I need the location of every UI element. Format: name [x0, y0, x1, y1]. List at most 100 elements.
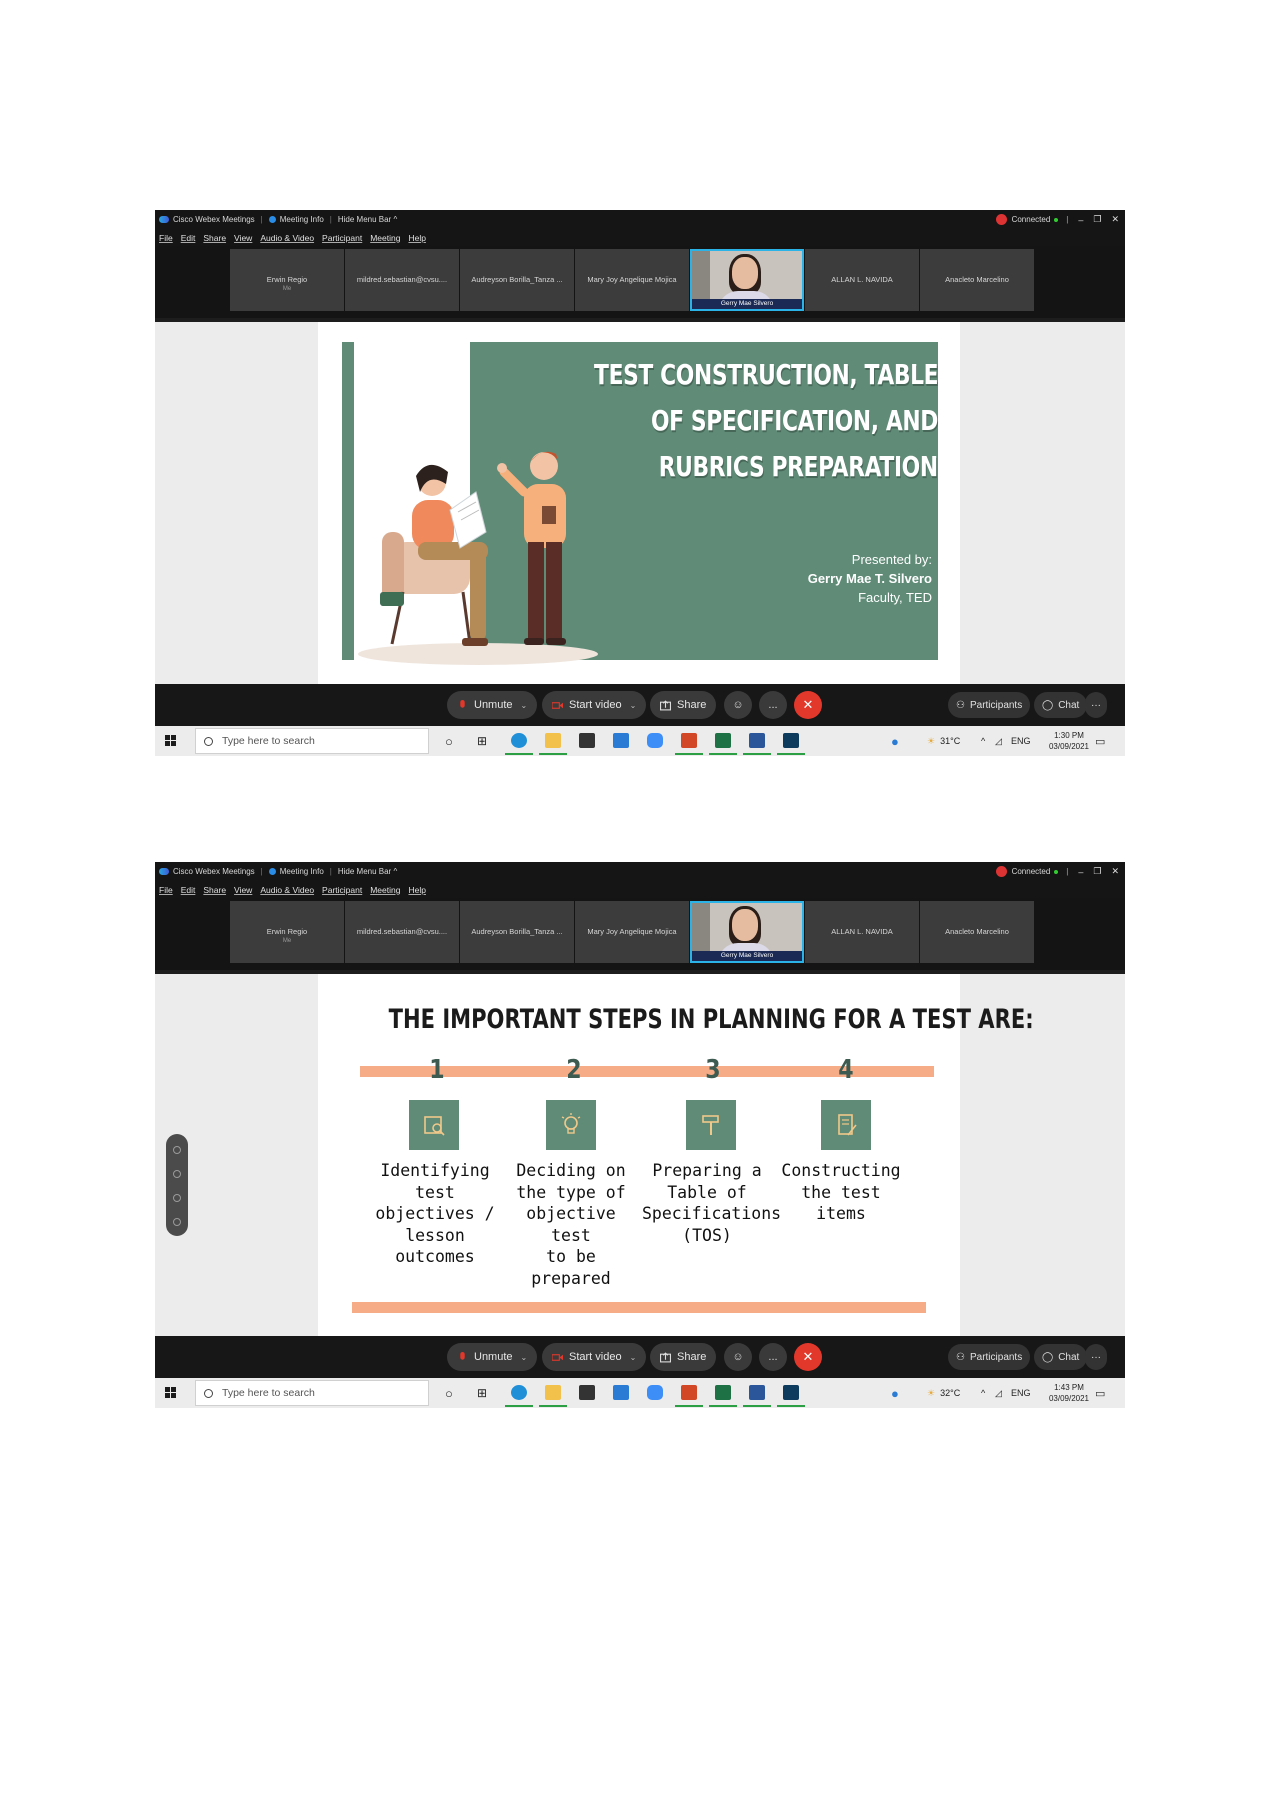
notifications-icon[interactable]: ▭	[1095, 726, 1105, 756]
powerpoint-icon[interactable]	[681, 733, 697, 748]
participants-button[interactable]: ⚇ Participants	[948, 1344, 1031, 1370]
menu-share[interactable]: Share	[203, 233, 226, 243]
weather-widget[interactable]: ☀ 32°C	[927, 1378, 960, 1408]
task-view-icon[interactable]: ⊞	[477, 726, 487, 756]
menu-meeting[interactable]: Meeting	[370, 885, 400, 895]
chat-button[interactable]: ◯ Chat	[1034, 1344, 1088, 1370]
show-hidden-icons[interactable]: ^	[981, 1378, 985, 1408]
meeting-info-button[interactable]: Meeting Info	[268, 867, 324, 876]
excel-icon[interactable]	[715, 733, 731, 748]
edge-icon[interactable]	[511, 1385, 527, 1400]
unmute-button[interactable]: Unmute ⌄	[447, 1343, 538, 1371]
trash-icon[interactable]	[173, 1170, 181, 1178]
start-video-button[interactable]: Start video ⌄	[542, 1343, 647, 1371]
zoom-in-icon[interactable]	[173, 1194, 181, 1202]
network-icon[interactable]: ◿	[995, 1378, 1002, 1408]
hide-menu-bar-button[interactable]: Hide Menu Bar ^	[338, 867, 397, 876]
store-icon[interactable]	[579, 1385, 595, 1400]
zoom-icon[interactable]	[647, 733, 663, 748]
zoom-icon[interactable]	[647, 1385, 663, 1400]
notifications-icon[interactable]: ▭	[1095, 1378, 1105, 1408]
network-icon[interactable]: ◿	[995, 726, 1002, 756]
minimize-icon[interactable]: –	[1078, 215, 1083, 225]
participant-tile[interactable]: Mary Joy Angelique Mojica	[575, 249, 689, 311]
excel-icon[interactable]	[715, 1385, 731, 1400]
word-icon[interactable]	[749, 733, 765, 748]
help-icon[interactable]: ●	[891, 726, 899, 756]
end-meeting-button[interactable]: ✕	[794, 1343, 822, 1371]
participant-tile[interactable]: Erwin Regio Me	[230, 901, 344, 963]
participants-button[interactable]: ⚇ Participants	[948, 692, 1031, 718]
windows-start-icon[interactable]	[165, 1387, 176, 1398]
chat-button[interactable]: ◯ Chat	[1034, 692, 1088, 718]
menu-file[interactable]: File	[159, 233, 173, 243]
show-hidden-icons[interactable]: ^	[981, 726, 985, 756]
language-indicator[interactable]: ENG	[1011, 726, 1031, 756]
taskbar-clock[interactable]: 1:43 PM 03/09/2021	[1049, 1382, 1089, 1404]
powerpoint-icon[interactable]	[681, 1385, 697, 1400]
more-options-button[interactable]: ...	[759, 1343, 787, 1371]
meeting-info-button[interactable]: Meeting Info	[268, 215, 324, 224]
minimize-icon[interactable]: –	[1078, 867, 1083, 877]
participant-video-tile[interactable]: Gerry Mae Silvero	[690, 901, 804, 963]
participant-tile[interactable]: mildred.sebastian@cvsu....	[345, 901, 459, 963]
file-explorer-icon[interactable]	[545, 733, 561, 748]
menu-help[interactable]: Help	[408, 885, 425, 895]
menu-participant[interactable]: Participant	[322, 233, 362, 243]
menu-edit[interactable]: Edit	[181, 233, 196, 243]
menu-share[interactable]: Share	[203, 885, 226, 895]
webex-taskbar-icon[interactable]	[783, 733, 799, 748]
menu-participant[interactable]: Participant	[322, 885, 362, 895]
close-icon[interactable]: ✕	[1111, 866, 1119, 877]
task-view-icon[interactable]: ⊞	[477, 1378, 487, 1408]
taskbar-search-box[interactable]: Type here to search	[195, 728, 429, 754]
mail-icon[interactable]	[613, 733, 629, 748]
annotation-zoom-control[interactable]	[166, 1134, 188, 1236]
participant-tile[interactable]: ALLAN L. NAVIDA	[805, 249, 919, 311]
webex-taskbar-icon[interactable]	[783, 1385, 799, 1400]
taskbar-search-box[interactable]: Type here to search	[195, 1380, 429, 1406]
menu-audio-video[interactable]: Audio & Video	[260, 233, 314, 243]
menu-help[interactable]: Help	[408, 233, 425, 243]
chevron-down-icon[interactable]: ⌄	[521, 701, 528, 710]
participant-tile[interactable]: mildred.sebastian@cvsu....	[345, 249, 459, 311]
share-button[interactable]: Share	[650, 691, 717, 719]
chevron-down-icon[interactable]: ⌄	[521, 1353, 528, 1362]
participant-tile[interactable]: Erwin Regio Me	[230, 249, 344, 311]
reactions-icon[interactable]: ☺	[724, 691, 752, 719]
weather-widget[interactable]: ☀ 31°C	[927, 726, 960, 756]
restore-icon[interactable]: ❐	[1093, 214, 1101, 225]
mail-icon[interactable]	[613, 1385, 629, 1400]
participant-tile[interactable]: Anacleto Marcelino	[920, 249, 1034, 311]
chevron-down-icon[interactable]: ⌄	[630, 701, 637, 710]
language-indicator[interactable]: ENG	[1011, 1378, 1031, 1408]
unmute-button[interactable]: Unmute ⌄	[447, 691, 538, 719]
store-icon[interactable]	[579, 733, 595, 748]
restore-icon[interactable]: ❐	[1093, 866, 1101, 877]
cortana-icon[interactable]: ○	[445, 1378, 453, 1408]
participant-video-tile[interactable]: Gerry Mae Silvero	[690, 249, 804, 311]
chevron-down-icon[interactable]: ⌄	[630, 1353, 637, 1362]
zoom-out-icon[interactable]	[173, 1218, 181, 1226]
edge-icon[interactable]	[511, 733, 527, 748]
taskbar-clock[interactable]: 1:30 PM 03/09/2021	[1049, 730, 1089, 752]
file-explorer-icon[interactable]	[545, 1385, 561, 1400]
close-icon[interactable]: ✕	[1111, 214, 1119, 225]
menu-audio-video[interactable]: Audio & Video	[260, 885, 314, 895]
participant-tile[interactable]: Audreyson Borilla_Tanza ...	[460, 249, 574, 311]
reactions-icon[interactable]: ☺	[724, 1343, 752, 1371]
participant-tile[interactable]: Audreyson Borilla_Tanza ...	[460, 901, 574, 963]
more-panels-button[interactable]: ···	[1085, 692, 1107, 718]
cortana-icon[interactable]: ○	[445, 726, 453, 756]
participant-tile[interactable]: Anacleto Marcelino	[920, 901, 1034, 963]
more-panels-button[interactable]: ···	[1085, 1344, 1107, 1370]
menu-file[interactable]: File	[159, 885, 173, 895]
help-icon[interactable]: ●	[891, 1378, 899, 1408]
menu-view[interactable]: View	[234, 233, 252, 243]
participant-tile[interactable]: ALLAN L. NAVIDA	[805, 901, 919, 963]
annotate-icon[interactable]	[173, 1146, 181, 1154]
share-button[interactable]: Share	[650, 1343, 717, 1371]
hide-menu-bar-button[interactable]: Hide Menu Bar ^	[338, 215, 397, 224]
participant-tile[interactable]: Mary Joy Angelique Mojica	[575, 901, 689, 963]
word-icon[interactable]	[749, 1385, 765, 1400]
